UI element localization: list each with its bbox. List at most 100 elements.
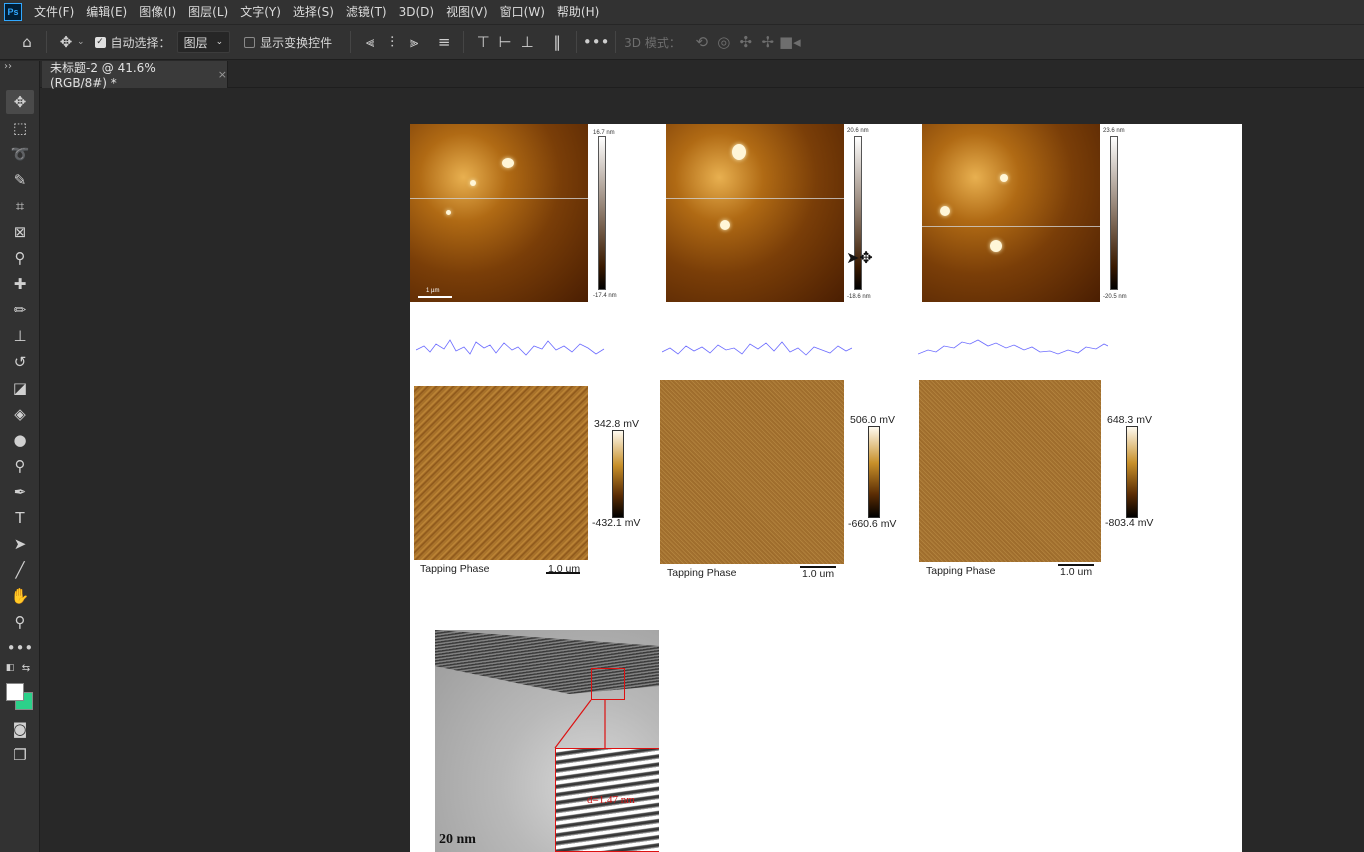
phase-caption: Tapping Phase <box>420 563 490 575</box>
align-right-icon[interactable]: ⫸ <box>403 31 425 53</box>
3d-roll-icon[interactable]: ◎ <box>713 31 735 53</box>
divider <box>576 31 578 53</box>
menu-edit[interactable]: 编辑(E) <box>80 0 133 24</box>
phase-color-bar-2 <box>868 426 880 518</box>
menu-view[interactable]: 视图(V) <box>440 0 494 24</box>
menu-type[interactable]: 文字(Y) <box>234 0 287 24</box>
particle <box>732 144 746 160</box>
document-tab-title: 未标题-2 @ 41.6%(RGB/8#) * <box>50 61 156 90</box>
height-profile-2 <box>662 341 852 356</box>
menu-bar: Ps 文件(F) 编辑(E) 图像(I) 图层(L) 文字(Y) 选择(S) 滤… <box>0 0 1364 24</box>
height-profile-3 <box>918 339 1108 355</box>
blur-icon[interactable]: ● <box>6 428 34 452</box>
default-colors-icon[interactable]: ◧ <box>2 661 18 675</box>
particle <box>446 210 451 215</box>
menu-window[interactable]: 窗口(W) <box>494 0 551 24</box>
brush-icon[interactable]: ✏ <box>6 298 34 322</box>
healing-icon[interactable]: ✚ <box>6 272 34 296</box>
phase-caption: Tapping Phase <box>667 567 737 579</box>
paint-bucket-icon[interactable]: ◈ <box>6 402 34 426</box>
phase-caption: Tapping Phase <box>926 565 996 577</box>
distribute-icon[interactable]: ≡ <box>433 31 455 53</box>
menu-image[interactable]: 图像(I) <box>133 0 182 24</box>
align-center-icon[interactable]: ⫶ <box>381 31 403 53</box>
color-bar-max: 23.6 nm <box>1103 128 1125 134</box>
particle <box>470 180 476 186</box>
panel-collapse-icon[interactable]: ›› <box>4 61 12 72</box>
swap-colors-icon[interactable]: ⇆ <box>18 661 34 675</box>
divider <box>46 31 47 53</box>
document-tab[interactable]: 未标题-2 @ 41.6%(RGB/8#) * × <box>42 61 228 90</box>
menu-help[interactable]: 帮助(H) <box>551 0 605 24</box>
layer-dropdown[interactable]: 图层 ⌄ <box>176 31 231 53</box>
particle <box>940 206 950 216</box>
3d-orbit-icon[interactable]: ⟲ <box>691 31 713 53</box>
chevron-down-icon[interactable]: ⌄ <box>77 37 85 47</box>
eraser-icon[interactable]: ◪ <box>6 376 34 400</box>
zoom-connector-lines <box>554 699 606 749</box>
move-icon[interactable]: ✥ <box>6 90 34 114</box>
3d-mode-label: 3D 模式： <box>624 35 681 50</box>
document-canvas[interactable]: 1 µm 16.7 nm -17.4 nm 20.6 nm -18.6 nm 2… <box>410 124 1242 852</box>
close-icon[interactable]: × <box>218 68 227 81</box>
zoom-icon[interactable]: ⚲ <box>6 610 34 634</box>
frame-icon[interactable]: ⊠ <box>6 220 34 244</box>
menu-3d[interactable]: 3D(D) <box>393 0 440 24</box>
phase-image-1 <box>414 386 588 560</box>
move-tool-icon[interactable]: ✥ <box>55 31 77 53</box>
quick-mask-icon[interactable]: ◙ <box>6 717 34 741</box>
cursor-icon: ➤✥ <box>846 248 873 267</box>
3d-slide-icon[interactable]: ✢ <box>757 31 779 53</box>
3d-camera-icon[interactable]: ■◂ <box>779 31 801 53</box>
hand-icon[interactable]: ✋ <box>6 584 34 608</box>
line-icon[interactable]: ╱ <box>6 558 34 582</box>
menu-layer[interactable]: 图层(L) <box>182 0 234 24</box>
more-options-icon[interactable]: ••• <box>583 31 610 53</box>
divider <box>350 31 352 53</box>
menu-filter[interactable]: 滤镜(T) <box>340 0 393 24</box>
afm-height-image-1: 1 µm <box>410 124 588 302</box>
stamp-icon[interactable]: ⊥ <box>6 324 34 348</box>
menu-select[interactable]: 选择(S) <box>287 0 340 24</box>
show-transform-checkbox[interactable] <box>244 36 256 48</box>
more-icon[interactable]: ••• <box>6 636 34 660</box>
foreground-color-swatch[interactable] <box>6 683 24 701</box>
align-top-icon[interactable]: ⊤ <box>472 31 494 53</box>
auto-select-label: 自动选择： <box>110 35 171 50</box>
phase-min-label: -660.6 mV <box>848 518 897 530</box>
menu-file[interactable]: 文件(F) <box>28 0 80 24</box>
lasso-icon[interactable]: ➰ <box>6 142 34 166</box>
quick-select-icon[interactable]: ✎ <box>6 168 34 192</box>
distribute-vertical-icon[interactable]: ‖ <box>546 31 568 53</box>
scale-bar <box>418 296 452 298</box>
scale-label: 1.0 um <box>1060 566 1093 578</box>
phase-image-3 <box>919 380 1101 562</box>
path-select-icon[interactable]: ➤ <box>6 532 34 556</box>
height-profile-1 <box>416 339 605 356</box>
dodge-icon[interactable]: ⚲ <box>6 454 34 478</box>
screen-mode-icon[interactable]: ❐ <box>6 743 34 767</box>
particle <box>1000 174 1008 182</box>
pen-icon[interactable]: ✒ <box>6 480 34 504</box>
layer-dropdown-value: 图层 <box>183 35 208 50</box>
marquee-icon[interactable]: ⬚ <box>6 116 34 140</box>
phase-min-label: -803.4 mV <box>1105 517 1154 529</box>
height-color-bar-1 <box>598 136 606 290</box>
crop-icon[interactable]: ⌗ <box>6 194 34 218</box>
history-brush-icon[interactable]: ↺ <box>6 350 34 374</box>
phase-image-2 <box>660 380 844 564</box>
align-bottom-icon[interactable]: ⊥ <box>516 31 538 53</box>
eyedropper-icon[interactable]: ⚲ <box>6 246 34 270</box>
home-icon[interactable]: ⌂ <box>16 31 38 53</box>
profile-line <box>666 198 844 199</box>
type-icon[interactable]: T <box>6 506 34 530</box>
scale-label: 1.0 um <box>802 568 835 580</box>
align-middle-icon[interactable]: ⊢ <box>494 31 516 53</box>
afm-height-image-3 <box>922 124 1100 302</box>
show-transform-label: 显示变换控件 <box>260 35 333 50</box>
auto-select-checkbox[interactable]: ✓ <box>94 36 106 48</box>
tools-panel: ›› ✥ ⬚ ➰ ✎ ⌗ ⊠ ⚲ ✚ ✏ ⊥ ↺ ◪ ◈ ● ⚲ ✒ T ➤ ╱… <box>0 61 40 852</box>
chevron-down-icon: ⌄ <box>215 37 224 47</box>
align-left-icon[interactable]: ⫷ <box>359 31 381 53</box>
3d-pan-icon[interactable]: ✣ <box>735 31 757 53</box>
